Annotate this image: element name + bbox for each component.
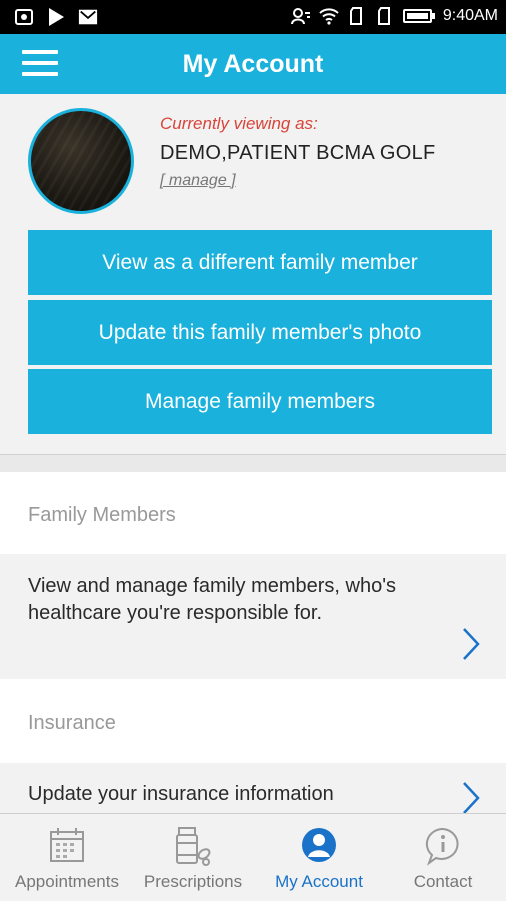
sim-icon [347,6,367,26]
update-photo-button[interactable]: Update this family member's photo [28,300,492,365]
page-title: My Account [182,50,324,78]
insurance-row[interactable]: Update your insurance information [0,763,506,814]
battery-icon [402,6,435,26]
section-title: Insurance [28,712,116,734]
bottom-tab-bar: Appointments Prescriptions My Account Co… [0,813,506,901]
row-description: View and manage family members, who's he… [28,575,397,624]
patient-name: DEMO,PATIENT BCMA GOLF [160,142,436,164]
calendar-icon [50,828,84,862]
pill-bottle-icon [176,827,211,866]
wifi-icon [319,6,339,26]
avatar [28,108,134,214]
section-divider [0,454,506,472]
info-chat-icon [425,827,459,866]
viewing-label: Currently viewing as: [160,114,318,133]
chevron-right-icon [463,628,480,660]
tab-my-account[interactable]: My Account [256,814,382,901]
clock-text: 9:40AM [442,7,498,24]
chevron-right-icon [463,782,480,814]
screenshot-icon [14,7,34,27]
tab-label: Prescriptions [143,872,243,891]
section-title: Family Members [28,504,176,526]
tab-contact[interactable]: Contact [380,814,506,901]
tab-prescriptions[interactable]: Prescriptions [130,814,256,901]
user-icon [302,828,336,862]
tab-label: Contact [413,872,473,891]
play-store-icon [46,7,66,27]
app-bar: My Account [0,34,506,94]
profile-section: Currently viewing as: DEMO,PATIENT BCMA … [0,94,506,454]
account-sync-icon [290,6,311,26]
manage-link[interactable]: [ manage ] [160,172,236,190]
tab-appointments[interactable]: Appointments [4,814,130,901]
gmail-icon [78,7,98,27]
manage-family-members-button[interactable]: Manage family members [28,369,492,434]
family-members-row[interactable]: View and manage family members, who's he… [0,554,506,679]
tab-label: My Account [275,872,363,891]
insurance-header: Insurance [0,679,506,763]
sim-icon-2 [375,6,395,26]
status-bar: 9:40AM [0,0,506,34]
view-as-different-member-button[interactable]: View as a different family member [28,230,492,295]
tab-label: Appointments [15,872,119,891]
family-members-header: Family Members [0,472,506,554]
row-description: Update your insurance information [28,783,334,805]
